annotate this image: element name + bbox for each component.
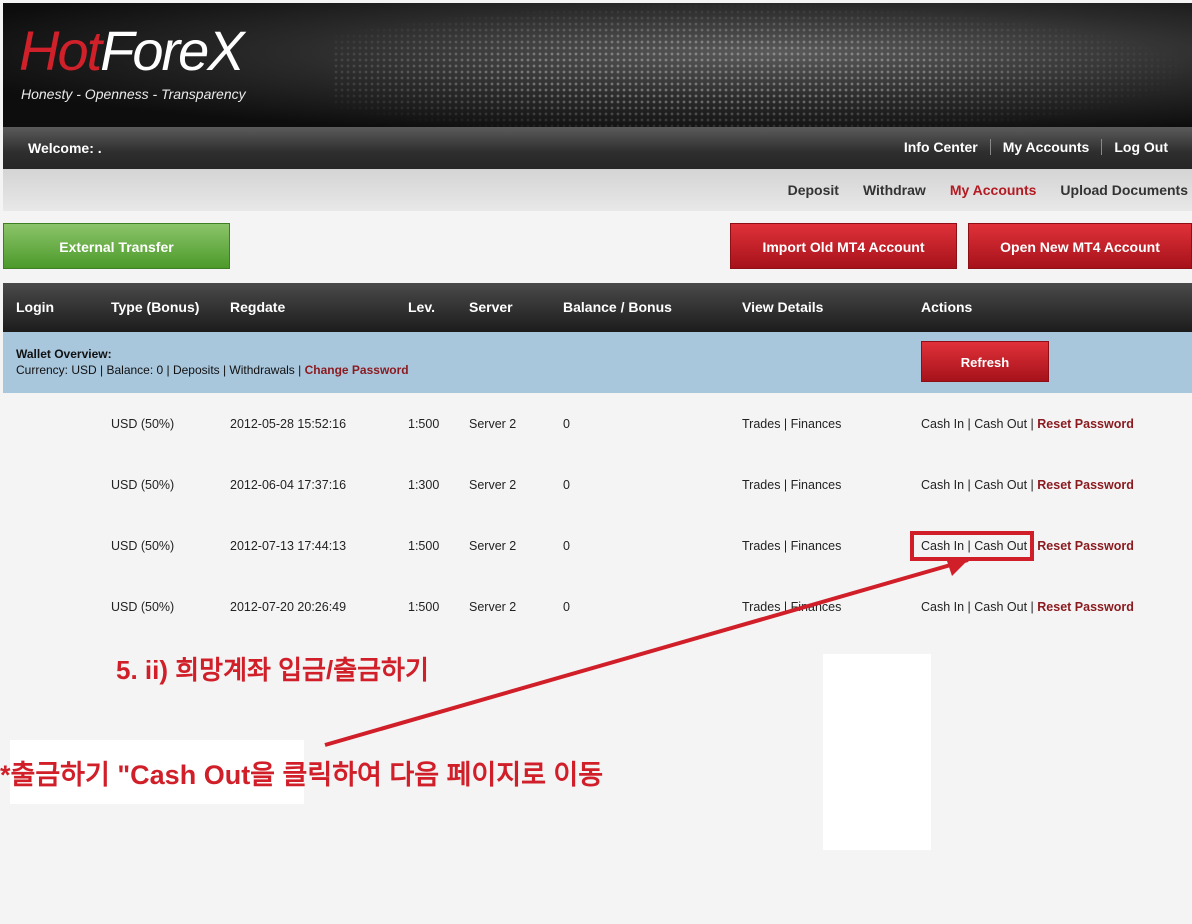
annotation-instruction: *출금하기 "Cash Out을 클릭하여 다음 페이지로 이동 xyxy=(0,760,604,790)
annotation-step-title: 5. ii) 희망계좌 입금/출금하기 xyxy=(116,655,429,685)
arrow-head xyxy=(946,558,968,576)
